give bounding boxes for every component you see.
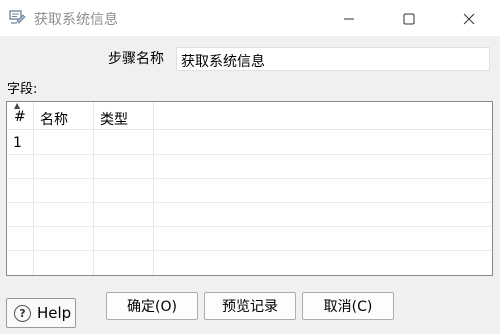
fields-label: 字段: (7, 82, 38, 97)
preview-button[interactable]: 预览记录 (204, 292, 296, 320)
cancel-button[interactable]: 取消(C) (302, 292, 394, 320)
close-button[interactable] (454, 6, 484, 32)
table-header: ▲ # 名称 类型 (7, 101, 492, 130)
fields-table[interactable]: ▲ # 名称 类型 1 (6, 101, 493, 276)
help-label: Help (37, 304, 72, 322)
column-header-num[interactable]: # (14, 109, 26, 125)
maximize-button[interactable] (394, 6, 424, 32)
help-icon: ? (14, 304, 31, 322)
title-bar: 获取系统信息 (0, 0, 500, 36)
row-number: 1 (13, 135, 22, 151)
step-name-label: 步骤名称 (108, 51, 164, 67)
minimize-button[interactable] (334, 6, 364, 32)
ok-button[interactable]: 确定(O) (106, 292, 198, 320)
column-header-type[interactable]: 类型 (100, 109, 128, 129)
help-button[interactable]: ? Help (6, 298, 76, 328)
app-icon (9, 10, 26, 24)
column-header-name[interactable]: 名称 (40, 109, 68, 129)
minimize-icon (344, 18, 354, 20)
maximize-icon (403, 13, 415, 25)
step-name-input[interactable]: 获取系统信息 (176, 47, 490, 71)
close-icon (463, 13, 475, 25)
window-title: 获取系统信息 (34, 12, 118, 28)
